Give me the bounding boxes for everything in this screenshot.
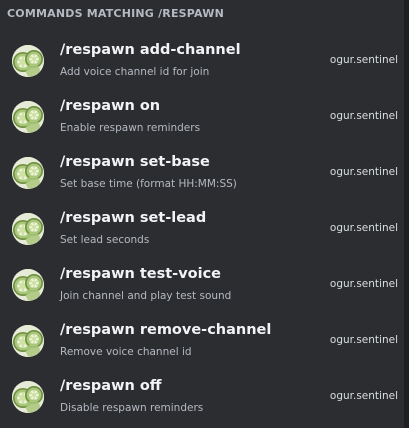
cucumber-avatar-icon — [12, 45, 44, 77]
command-name: /respawn set-base — [60, 154, 210, 170]
cucumber-avatar-icon — [12, 157, 44, 189]
command-item-off[interactable]: /respawn off Disable respawn reminders o… — [0, 370, 404, 426]
cucumber-avatar-icon — [12, 213, 44, 245]
cucumber-avatar-icon — [12, 325, 44, 357]
results-header: COMMANDS MATCHING /RESPAWN — [7, 7, 224, 20]
app-name: ogur.sentinel — [329, 166, 398, 178]
cucumber-avatar-icon — [12, 101, 44, 133]
command-autocomplete-popup: COMMANDS MATCHING /RESPAWN /respawn add-… — [0, 0, 409, 428]
command-description: Set lead seconds — [60, 234, 150, 246]
command-description: Set base time (format HH:MM:SS) — [60, 178, 237, 190]
app-name: ogur.sentinel — [329, 278, 398, 290]
cucumber-avatar-icon — [12, 269, 44, 301]
command-item-set-lead[interactable]: /respawn set-lead Set lead seconds ogur.… — [0, 202, 404, 258]
command-name: /respawn on — [60, 98, 161, 114]
command-list: /respawn add-channel Add voice channel i… — [0, 34, 404, 426]
command-description: Remove voice channel id — [60, 346, 192, 358]
command-item-add-channel[interactable]: /respawn add-channel Add voice channel i… — [0, 34, 404, 90]
app-name: ogur.sentinel — [329, 334, 398, 346]
app-name: ogur.sentinel — [329, 54, 398, 66]
command-description: Add voice channel id for join — [60, 66, 210, 78]
app-name: ogur.sentinel — [329, 110, 398, 122]
command-description: Join channel and play test sound — [60, 290, 232, 302]
command-item-test-voice[interactable]: /respawn test-voice Join channel and pla… — [0, 258, 404, 314]
cucumber-avatar-icon — [12, 381, 44, 413]
command-name: /respawn off — [60, 378, 162, 394]
app-name: ogur.sentinel — [329, 390, 398, 402]
command-name: /respawn set-lead — [60, 210, 207, 226]
command-name: /respawn test-voice — [60, 266, 222, 282]
command-description: Disable respawn reminders — [60, 402, 204, 414]
command-item-remove-channel[interactable]: /respawn remove-channel Remove voice cha… — [0, 314, 404, 370]
command-item-on[interactable]: /respawn on Enable respawn reminders ogu… — [0, 90, 404, 146]
command-item-set-base[interactable]: /respawn set-base Set base time (format … — [0, 146, 404, 202]
command-name: /respawn remove-channel — [60, 322, 272, 338]
command-name: /respawn add-channel — [60, 42, 241, 58]
command-description: Enable respawn reminders — [60, 122, 201, 134]
app-name: ogur.sentinel — [329, 222, 398, 234]
